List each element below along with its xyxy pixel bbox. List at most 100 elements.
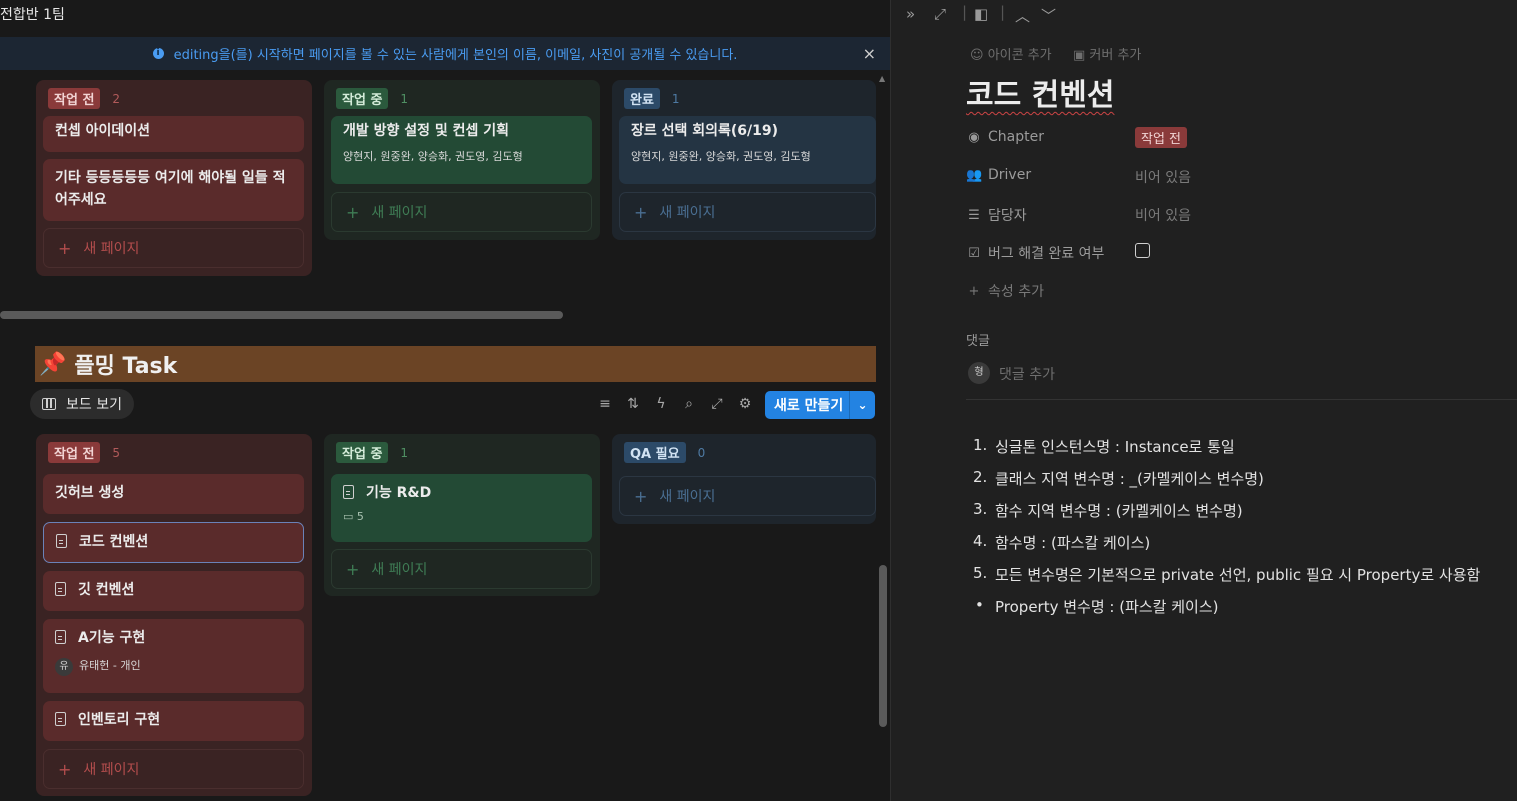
status-badge: QA 필요	[624, 442, 686, 463]
board-card[interactable]: 개발 방향 설정 및 컨셉 기획 양현지, 원중완, 양승화, 권도영, 김도형	[331, 116, 592, 184]
list-item[interactable]: 3. 함수 지역 변수명 : (카멜케이스 변수명)	[973, 500, 1243, 521]
list-item[interactable]: 5. 모든 변수명은 기본적으로 private 선언, public 필요 시 …	[973, 564, 1480, 585]
page-icon	[343, 485, 354, 499]
column-count: 1	[400, 91, 409, 106]
column-count: 0	[697, 445, 706, 460]
side-peek-icon[interactable]: ◧	[974, 5, 988, 23]
scroll-up-icon[interactable]: ▲	[879, 74, 885, 83]
new-page-button[interactable]: + 새 페이지	[43, 749, 304, 789]
page-icon	[55, 630, 66, 644]
list-item[interactable]: • Property 변수명 : (파스칼 케이스)	[973, 596, 1219, 617]
column-qa: QA 필요 0 + 새 페이지	[612, 434, 876, 524]
vertical-scrollbar[interactable]	[879, 565, 887, 727]
list-item[interactable]: 1. 싱글톤 인스턴스명 : Instance로 통일	[973, 436, 1235, 457]
plus-icon: +	[346, 559, 360, 579]
plus-icon: +	[634, 486, 648, 506]
settings-icon[interactable]: ⚙	[736, 395, 754, 413]
assignee-value[interactable]: 비어 있음	[1135, 205, 1191, 225]
chevron-up-icon[interactable]: ︿	[1015, 5, 1030, 26]
column-in-progress: 작업 중 1 기능 R&D ▭ 5 + 새 페이지	[324, 434, 600, 596]
avatar: 유	[55, 658, 73, 676]
chevron-down-icon[interactable]: ﹀	[1041, 5, 1056, 26]
comments-label: 댓글	[966, 334, 990, 349]
column-count: 2	[112, 91, 121, 106]
board-card-selected[interactable]: 코드 컨벤션	[43, 522, 304, 563]
list-item[interactable]: 2. 클래스 지역 변수명 : _(카멜케이스 변수명)	[973, 468, 1264, 489]
driver-value[interactable]: 비어 있음	[1135, 167, 1191, 187]
board-icon	[42, 398, 56, 410]
plus-icon: +	[58, 759, 72, 779]
prop-chapter[interactable]: ◉ Chapter	[966, 129, 1044, 145]
expand-icon[interactable]: ⤢	[708, 395, 726, 413]
status-badge: 작업 중	[336, 88, 389, 109]
collapse-icon[interactable]: »	[906, 5, 915, 23]
new-button[interactable]: 새로 만들기 ⌄	[765, 391, 875, 419]
list-item[interactable]: 4. 함수명 : (파스칼 케이스)	[973, 532, 1150, 553]
page-icon	[56, 534, 67, 548]
board-card[interactable]: 깃허브 생성	[43, 474, 304, 514]
board-card[interactable]: 장르 선택 회의록(6/19) 양현지, 원중완, 양승화, 권도영, 김도형	[619, 116, 876, 184]
close-icon[interactable]: ×	[863, 44, 876, 63]
text-icon: ☰	[968, 207, 980, 223]
plus-icon: +	[58, 238, 72, 258]
divider	[966, 399, 1517, 400]
automation-icon[interactable]: ϟ	[652, 395, 670, 413]
privacy-banner: i editing을(를) 시작하면 페이지를 볼 수 있는 사람에게 본인의 …	[0, 37, 890, 70]
horizontal-scrollbar[interactable]	[0, 311, 563, 319]
new-page-button[interactable]: + 새 페이지	[331, 192, 592, 232]
new-page-button[interactable]: + 새 페이지	[43, 228, 304, 268]
column-todo: 작업 전 2 컨셉 아이데이션 기타 등등등등등 여기에 해야될 일들 적어주세…	[36, 80, 312, 276]
bug-fixed-checkbox[interactable]	[1135, 243, 1150, 258]
prop-bug-fixed[interactable]: ☑ 버그 해결 완료 여부	[966, 243, 1104, 263]
board-card[interactable]: 인벤토리 구현	[43, 701, 304, 741]
sort-icon[interactable]: ⇅	[624, 395, 642, 413]
page-title[interactable]: 코드 컨벤션	[966, 70, 1114, 114]
status-badge: 완료	[624, 88, 660, 109]
info-icon: i	[152, 48, 164, 59]
status-badge: 작업 중	[336, 442, 389, 463]
new-page-button[interactable]: + 새 페이지	[619, 476, 876, 516]
new-page-button[interactable]: + 새 페이지	[619, 192, 876, 232]
prop-driver[interactable]: 👥 Driver	[966, 167, 1031, 183]
comment-input[interactable]: 댓글 추가	[999, 364, 1055, 384]
board-card[interactable]: 컨셉 아이데이션	[43, 116, 304, 152]
page-peek-panel	[890, 0, 1517, 801]
plus-icon: +	[968, 283, 980, 299]
board-view-tab[interactable]: 보드 보기	[30, 389, 134, 419]
section-title: 플밍 Task	[74, 354, 178, 379]
filter-icon[interactable]: ≡	[596, 395, 614, 413]
prop-assignee[interactable]: ☰ 담당자	[966, 205, 1026, 225]
column-count: 1	[400, 445, 409, 460]
banner-text: editing을(를) 시작하면 페이지를 볼 수 있는 사람에게 본인의 이름…	[173, 48, 738, 63]
avatar: 형	[968, 362, 990, 384]
add-icon-button[interactable]: ☺ 아이콘 추가	[970, 44, 1052, 63]
add-property-button[interactable]: + 속성 추가	[966, 281, 1044, 301]
board-card[interactable]: 기능 R&D ▭ 5	[331, 474, 592, 542]
expand-icon[interactable]: ⤢	[934, 5, 946, 23]
chevron-down-icon[interactable]: ⌄	[850, 398, 875, 412]
plus-icon: +	[634, 202, 648, 222]
page-icon	[55, 582, 66, 596]
column-count: 1	[671, 91, 680, 106]
column-done: 완료 1 장르 선택 회의록(6/19) 양현지, 원중완, 양승화, 권도영,…	[612, 80, 876, 240]
new-page-button[interactable]: + 새 페이지	[331, 549, 592, 589]
board-area: 전합반 1팀 i editing을(를) 시작하면 페이지를 볼 수 있는 사람…	[0, 0, 890, 801]
workspace-title: 전합반 1팀	[0, 7, 65, 23]
board-card[interactable]: A기능 구현 유 유태헌 - 개인	[43, 619, 304, 693]
search-icon[interactable]: ⌕	[680, 395, 698, 413]
add-cover-button[interactable]: ▣ 커버 추가	[1073, 44, 1141, 63]
column-count: 5	[112, 445, 121, 460]
column-in-progress: 작업 중 1 개발 방향 설정 및 컨셉 기획 양현지, 원중완, 양승화, 권…	[324, 80, 600, 240]
page-icon	[55, 712, 66, 726]
people-icon: 👥	[966, 167, 983, 183]
comment-icon: ▭	[343, 510, 354, 523]
status-icon: ◉	[968, 129, 980, 145]
status-badge: 작업 전	[48, 442, 101, 463]
board-card[interactable]: 깃 컨벤션	[43, 571, 304, 611]
plus-icon: +	[346, 202, 360, 222]
board-card[interactable]: 기타 등등등등등 여기에 해야될 일들 적어주세요	[43, 159, 304, 221]
section-header: 📌 플밍 Task	[35, 346, 876, 382]
chapter-value[interactable]: 작업 전	[1135, 127, 1188, 148]
pin-icon: 📌	[39, 351, 67, 377]
column-todo: 작업 전 5 깃허브 생성 코드 컨벤션 깃 컨벤션 A기능 구현 유 유태헌 -…	[36, 434, 312, 796]
